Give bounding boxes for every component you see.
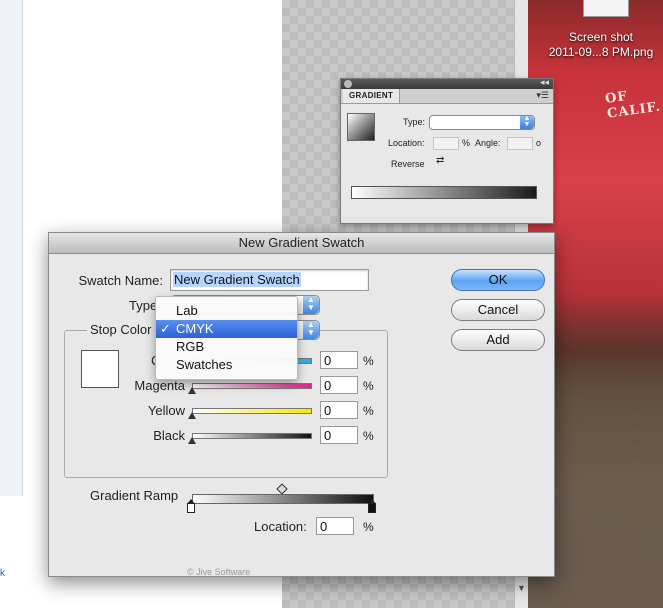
file-caption[interactable]: Screen shot 2011-09...8 PM.png [536,30,663,60]
panel-menu-icon[interactable]: ▾☰ [536,90,549,101]
location-unit: % [462,138,471,148]
magenta-slider[interactable] [192,383,312,389]
location-label: Location: [388,138,425,148]
cyan-unit: % [363,354,374,368]
gradient-type-select[interactable]: ▲ ▼ [429,115,535,130]
magenta-unit: % [363,379,374,393]
type-label: Type: [403,117,426,127]
location-unit: % [363,520,374,534]
background-link[interactable]: k [0,568,5,579]
yellow-value-field[interactable]: 0 [320,401,358,419]
new-gradient-swatch-dialog: New Gradient Swatch Swatch Name: New Gra… [48,232,555,577]
swatch-name-input[interactable]: New Gradient Swatch [170,269,369,291]
angle-field[interactable] [507,137,533,150]
location-field[interactable] [433,137,459,150]
yellow-slider-thumb-icon[interactable] [188,412,196,419]
gradient-preview-swatch[interactable] [347,113,375,141]
add-button[interactable]: Add [451,329,545,351]
gradient-stop-end-icon[interactable] [368,499,376,513]
slider-label-yellow: Yellow [147,403,185,418]
swatch-name-label: Swatch Name: [78,273,163,288]
type-label: Type [129,298,158,313]
menu-item-label: Lab [176,303,198,318]
menu-item-rgb[interactable]: RGB [156,338,297,356]
reverse-gradient-icon[interactable]: ⇄ [436,155,452,169]
cancel-button[interactable]: Cancel [451,299,545,321]
yellow-slider[interactable] [192,408,312,414]
location-label: Location: [254,519,307,534]
magenta-slider-thumb-icon[interactable] [188,387,196,394]
collapse-icon[interactable]: ◂◂ [540,77,549,88]
angle-label: Angle: [475,138,501,148]
stop-color-label: Stop Color [87,322,155,337]
black-slider-thumb-icon[interactable] [188,437,196,444]
checkmark-icon: ✓ [160,321,171,336]
swatch-name-value: New Gradient Swatch [173,272,301,287]
gradient-slider[interactable] [351,186,537,199]
tab-gradient[interactable]: GRADIENT [343,89,401,103]
select-arrows-icon: ▲ ▼ [520,115,534,129]
reverse-label: Reverse [391,159,425,169]
menu-item-label: Swatches [176,357,233,372]
menu-item-lab[interactable]: Lab [156,302,297,320]
file-caption-line2: 2011-09...8 PM.png [548,45,654,59]
slider-label-magenta: Magenta [134,378,185,393]
menu-item-cmyk[interactable]: ✓ CMYK [156,320,297,338]
panel-tabbar: GRADIENT ▾☰ [341,89,553,104]
select-arrows-icon: ▲ ▼ [303,296,319,314]
gradient-panel: ◂◂ GRADIENT ▾☰ Type: ▲ ▼ Location: % Angl… [340,77,554,224]
menu-item-label: CMYK [176,321,214,336]
midpoint-diamond-icon[interactable] [276,483,288,495]
yellow-unit: % [363,404,374,418]
close-icon[interactable] [344,80,352,88]
gradient-stop-start-icon[interactable] [187,499,195,513]
slider-label-black: Black [153,428,185,443]
black-slider[interactable] [192,433,312,439]
footer-text: © Jive Software [187,567,251,577]
menu-item-swatches[interactable]: Swatches [156,356,297,374]
file-caption-line1: Screen shot [568,30,634,44]
dialog-title: New Gradient Swatch [49,233,554,254]
black-unit: % [363,429,374,443]
panel-titlebar[interactable]: ◂◂ [341,77,553,89]
gradient-ramp-label: Gradient Ramp [90,488,179,503]
location-value-field[interactable]: 0 [316,517,354,535]
background-left-panel [0,0,23,496]
file-thumbnail-icon[interactable] [583,0,629,17]
gradient-ramp[interactable] [192,494,374,504]
menu-item-label: RGB [176,339,205,354]
cyan-value-field[interactable]: 0 [320,351,358,369]
stop-color-menu: Lab ✓ CMYK RGB Swatches [155,296,298,380]
angle-unit: o [536,138,542,148]
black-value-field[interactable]: 0 [320,426,358,444]
scroll-down-arrow-icon[interactable]: ▼ [517,583,526,593]
magenta-value-field[interactable]: 0 [320,376,358,394]
select-arrows-icon: ▲ ▼ [303,321,319,339]
ok-button[interactable]: OK [451,269,545,291]
